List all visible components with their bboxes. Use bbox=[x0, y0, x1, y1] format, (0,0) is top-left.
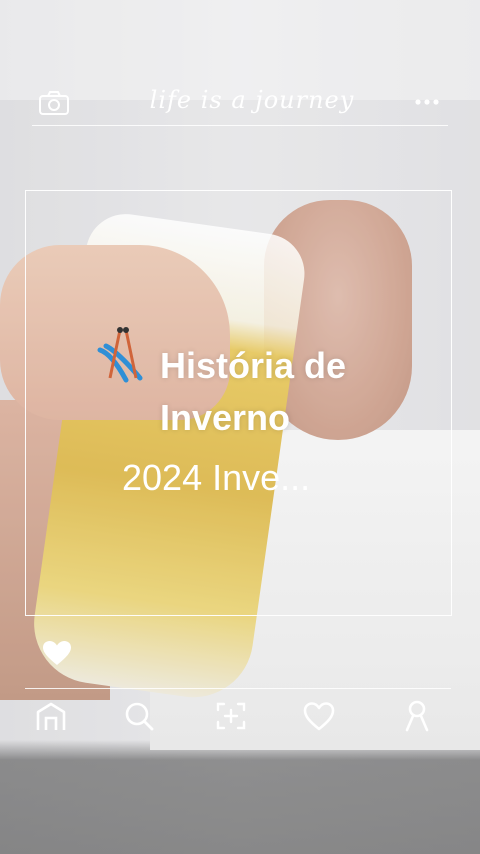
camera-icon[interactable] bbox=[38, 90, 70, 116]
header-bar: life is a journey bbox=[32, 84, 448, 124]
story-title: História de Inverno bbox=[160, 340, 420, 444]
search-icon[interactable] bbox=[121, 698, 157, 734]
header-divider bbox=[32, 125, 448, 126]
more-icon[interactable] bbox=[414, 98, 442, 106]
nav-divider bbox=[25, 688, 451, 689]
story-title-line2: Inverno bbox=[160, 397, 291, 438]
bottom-nav bbox=[25, 698, 451, 738]
skis-icon bbox=[96, 322, 152, 386]
add-photo-icon[interactable] bbox=[213, 698, 249, 734]
heart-filled-icon[interactable] bbox=[42, 640, 72, 666]
profile-icon[interactable] bbox=[399, 698, 435, 734]
story-title-line1: História de bbox=[160, 345, 347, 386]
story-subtitle: 2024 Inve... bbox=[122, 457, 311, 498]
header-title: life is a journey bbox=[149, 86, 355, 114]
home-icon[interactable] bbox=[33, 698, 69, 734]
heart-icon[interactable] bbox=[301, 698, 337, 734]
